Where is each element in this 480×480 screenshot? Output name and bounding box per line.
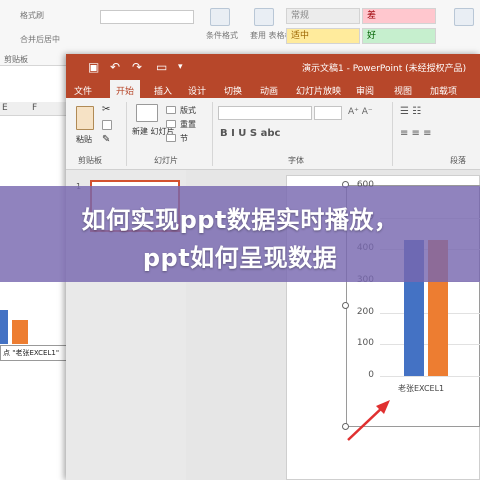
home-ribbon: 粘贴 ✂ ✎ 剪贴板 新建 幻灯片 版式 重置 节 幻灯片 A⁺ A⁻ B I … [66,98,480,170]
new-slide-icon[interactable] [136,104,158,122]
tab-view[interactable]: 视图 [394,84,412,97]
style-good[interactable]: 好 [362,28,436,44]
merge-center-button[interactable]: 合并后居中 [20,34,60,45]
tab-transitions[interactable]: 切换 [224,84,242,97]
window-title: 演示文稿1 - PowerPoint (未经授权产品) [302,64,467,74]
ribbon-separator [392,102,393,166]
customize-toolbar-icon[interactable]: ▾ [178,60,183,74]
excel-chart-tooltip: 点 "老张EXCEL1" [0,345,70,361]
align-icon[interactable]: ≡ ≡ ≡ [400,128,432,139]
title-banner: 如何实现ppt数据实时播放， ppt如何呈现数据 [0,186,480,282]
banner-title-line-2: ppt如何呈现数据 [142,244,338,272]
group-label-paragraph: 段落 [450,156,466,165]
layout-label[interactable]: 版式 [180,105,196,116]
grow-font-icon[interactable]: A⁺ A⁻ [348,107,373,117]
tab-animations[interactable]: 动画 [260,84,278,97]
cut-icon[interactable]: ✂ [102,104,110,115]
reset-icon[interactable] [166,120,176,128]
conditional-format-icon[interactable] [210,8,230,26]
format-painter-icon[interactable]: ✎ [102,134,110,145]
red-arrow-annotation [347,400,390,441]
column-header-e[interactable]: E [2,103,8,113]
y-tick-label: 0 [368,370,374,380]
format-painter-button[interactable]: 格式刷 [20,10,44,21]
tab-slideshow[interactable]: 幻灯片放映 [296,84,341,97]
excel-column-headers: E F [0,102,72,116]
ribbon-tabs: 文件 开始 插入 设计 切换 动画 幻灯片放映 审阅 视图 加载项 [66,80,480,98]
paste-label: 粘贴 [76,135,92,144]
font-size-field[interactable] [314,106,342,120]
group-label-font: 字体 [288,156,304,165]
style-normal[interactable]: 常规 [286,8,360,24]
tab-review[interactable]: 审阅 [356,84,374,97]
x-category-label: 老张EXCEL1 [398,384,445,393]
powerpoint-title-bar: ▣ ↶ ↷ ▭ ▾ 演示文稿1 - PowerPoint (未经授权产品) [66,54,480,80]
tab-insert[interactable]: 插入 [154,84,172,97]
y-tick-label: 100 [356,338,374,349]
font-name-field[interactable] [218,106,312,120]
tab-home[interactable]: 开始 [110,80,141,98]
style-neutral[interactable]: 适中 [286,28,360,44]
number-format-dropdown[interactable] [100,10,194,24]
reset-label[interactable]: 重置 [180,119,196,130]
font-style-icons[interactable]: B I U S abc [220,128,280,139]
redo-icon[interactable]: ↷ [132,60,142,74]
format-table-icon[interactable] [254,8,274,26]
banner-title-line-1: 如何实现ppt数据实时播放， [81,206,399,234]
y-tick-label: 200 [356,306,374,317]
gridline [380,376,480,377]
tab-file[interactable]: 文件 [74,84,92,97]
save-icon[interactable]: ▣ [88,60,99,74]
conditional-format-label: 条件格式 [206,31,238,40]
ribbon-separator [126,102,127,166]
insert-cells-icon[interactable] [454,8,474,26]
excel-chart-bar-blue [0,310,8,344]
layout-icon[interactable] [166,106,176,114]
present-icon[interactable]: ▭ [156,60,167,74]
style-bad[interactable]: 差 [362,8,436,24]
section-label[interactable]: 节 [180,133,188,144]
undo-icon[interactable]: ↶ [110,60,120,74]
group-label-clipboard: 剪贴板 [78,156,102,165]
column-header-f[interactable]: F [32,103,37,113]
section-icon[interactable] [166,134,176,142]
group-label-slides: 幻灯片 [154,156,178,165]
tab-addins[interactable]: 加载项 [430,84,457,97]
paste-icon[interactable] [76,106,94,130]
excel-chart-bar-orange [12,320,28,344]
bullets-icon[interactable]: ☰ ☷ [400,106,421,117]
copy-icon[interactable] [102,120,112,130]
ribbon-separator [212,102,213,166]
tab-design[interactable]: 设计 [188,84,206,97]
excel-clipboard-label: 剪贴板 [4,55,28,64]
